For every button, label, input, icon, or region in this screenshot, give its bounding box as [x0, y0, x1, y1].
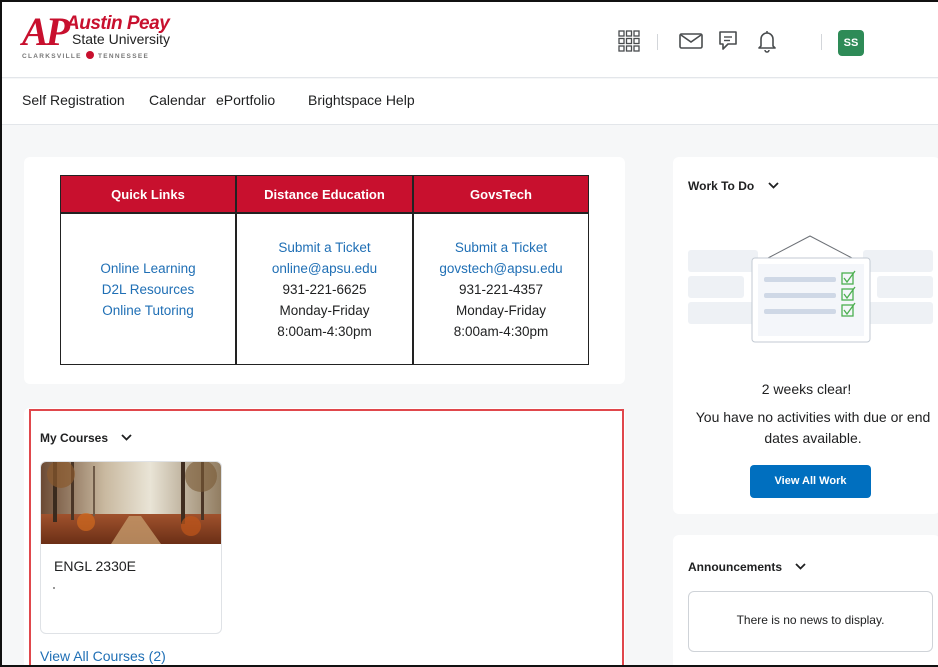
chevron-down-icon[interactable]: [121, 430, 133, 444]
chevron-down-icon[interactable]: [795, 559, 806, 573]
bell-icon[interactable]: [754, 28, 780, 54]
course-card[interactable]: ENGL 2330E: [40, 461, 222, 634]
mail-icon[interactable]: [678, 28, 704, 54]
clear-schedule-illustration-icon: [688, 235, 933, 343]
nav-calendar[interactable]: Calendar: [149, 92, 206, 108]
announcements-label: Announcements: [688, 560, 783, 574]
user-avatar[interactable]: SS: [838, 30, 864, 56]
top-header: AP Austin Peay State University CLARKSVI…: [2, 2, 938, 78]
office-hours: 8:00am-4:30pm: [453, 323, 549, 339]
distance-education-cell: Submit a Ticket online@apsu.edu 931-221-…: [236, 213, 413, 365]
submit-ticket-link[interactable]: Submit a Ticket: [414, 237, 588, 258]
logo-state: TENNESSEE: [98, 53, 150, 60]
logo-mark: AP: [22, 9, 70, 54]
office-days: Monday-Friday: [455, 302, 547, 318]
online-learning-link[interactable]: Online Learning: [61, 258, 235, 279]
my-courses-label: My Courses: [40, 431, 109, 445]
email-link[interactable]: online@apsu.edu: [237, 258, 412, 279]
apsu-logo[interactable]: AP Austin Peay State University CLARKSVI…: [22, 12, 182, 64]
logo-location: CLARKSVILLE TENNESSEE: [22, 51, 149, 61]
phone-number: 931-221-4357: [458, 281, 544, 297]
clear-message: You have no activities with due or end d…: [695, 409, 931, 446]
announcements-title[interactable]: Announcements: [688, 559, 806, 574]
course-code: ENGL 2330E: [54, 558, 136, 574]
grid-icon[interactable]: [616, 28, 642, 54]
logo-dot-icon: [85, 51, 94, 59]
chat-icon[interactable]: [716, 28, 742, 54]
office-hours: 8:00am-4:30pm: [277, 323, 372, 339]
page-frame: AP Austin Peay State University CLARKSVI…: [0, 0, 938, 667]
submit-ticket-link[interactable]: Submit a Ticket: [237, 237, 412, 258]
column-header: Distance Education: [236, 175, 413, 213]
govstech-cell: Submit a Ticket govstech@apsu.edu 931-22…: [413, 213, 589, 365]
quick-links-cell: Online Learning D2L Resources Online Tut…: [60, 213, 236, 365]
logo-subtitle: State University: [72, 31, 171, 47]
course-navbar: Self Registration Calendar ePortfolio Br…: [2, 79, 938, 125]
clear-status: 2 weeks clear!: [761, 381, 852, 397]
header-divider: [657, 34, 658, 50]
news-empty-box: There is no news to display.: [688, 591, 933, 652]
office-days: Monday-Friday: [279, 302, 370, 318]
course-subtitle: [53, 587, 55, 589]
quick-links-table: Quick Links Distance Education GovsTech …: [60, 175, 589, 365]
online-tutoring-link[interactable]: Online Tutoring: [61, 300, 235, 321]
column-header: GovsTech: [413, 175, 589, 213]
my-courses-title[interactable]: My Courses: [40, 430, 133, 445]
phone-number: 931-221-6625: [282, 281, 367, 297]
view-all-work-button[interactable]: View All Work: [750, 465, 871, 498]
email-link[interactable]: govstech@apsu.edu: [414, 258, 588, 279]
logo-city: CLARKSVILLE: [22, 53, 82, 60]
d2l-resources-link[interactable]: D2L Resources: [61, 279, 235, 300]
nav-self-registration[interactable]: Self Registration: [22, 92, 125, 108]
work-to-do-title[interactable]: Work To Do: [688, 178, 779, 193]
column-header: Quick Links: [60, 175, 236, 213]
no-news-message: There is no news to display.: [736, 613, 885, 627]
quick-links-widget: Quick Links Distance Education GovsTech …: [24, 157, 625, 384]
chevron-down-icon[interactable]: [767, 178, 779, 192]
work-to-do-label: Work To Do: [688, 179, 755, 193]
course-image: [41, 462, 221, 544]
view-all-courses-link[interactable]: View All Courses (2): [40, 648, 166, 664]
nav-eportfolio[interactable]: ePortfolio: [216, 92, 275, 108]
nav-brightspace-help[interactable]: Brightspace Help: [308, 92, 415, 108]
header-divider: [821, 34, 822, 50]
